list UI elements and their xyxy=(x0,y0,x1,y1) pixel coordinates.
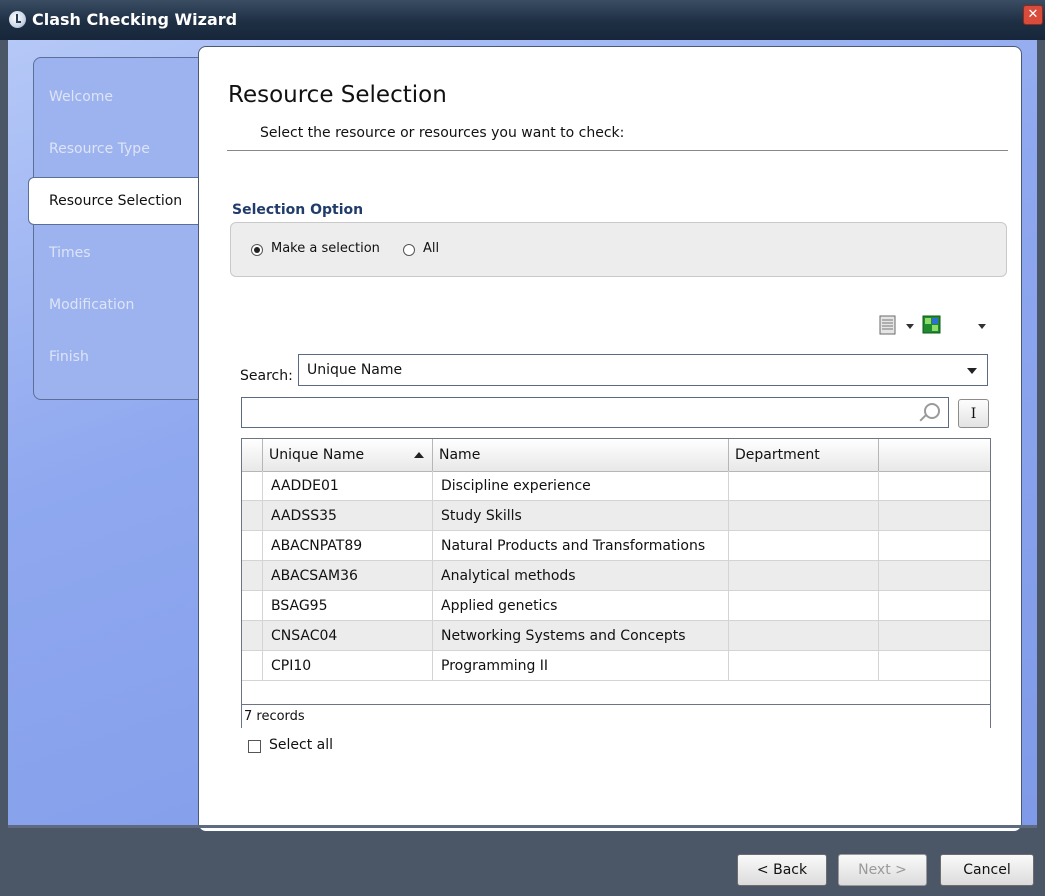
row-selector-cell xyxy=(242,471,263,500)
row-selector-cell xyxy=(242,531,263,560)
title-divider xyxy=(227,150,1008,151)
filler-cell xyxy=(879,591,990,620)
step-welcome[interactable]: Welcome xyxy=(49,89,209,105)
filler-cell xyxy=(879,501,990,530)
export-icon[interactable] xyxy=(922,315,942,335)
selection-option-heading: Selection Option xyxy=(232,202,364,218)
table-row[interactable]: AADDE01 Discipline experience xyxy=(242,471,990,501)
resource-table: Unique Name Name Department AADDE01 Disci… xyxy=(241,438,991,728)
search-icon[interactable] xyxy=(924,403,940,419)
table-row[interactable]: AADSS35 Study Skills xyxy=(242,501,990,531)
step-times[interactable]: Times xyxy=(49,245,209,261)
step-modification[interactable]: Modification xyxy=(49,297,209,313)
radio-all-label[interactable]: All xyxy=(423,241,439,256)
search-label: Search: xyxy=(240,368,293,384)
radio-make-selection[interactable] xyxy=(251,244,263,256)
cell-department xyxy=(729,471,879,500)
step-finish[interactable]: Finish xyxy=(49,349,209,365)
columns-icon[interactable] xyxy=(878,315,898,335)
wizard-window: Clash Checking Wizard ✕ Welcome Resource… xyxy=(0,0,1045,896)
cell-name: Programming II xyxy=(433,651,729,680)
select-all-label[interactable]: Select all xyxy=(269,737,333,753)
table-row[interactable]: CNSAC04 Networking Systems and Concepts xyxy=(242,621,990,651)
column-header-unique-name-label: Unique Name xyxy=(269,447,365,463)
cell-department xyxy=(729,501,879,530)
table-row[interactable]: ABACSAM36 Analytical methods xyxy=(242,561,990,591)
cell-department xyxy=(729,621,879,650)
cell-unique-name: BSAG95 xyxy=(263,591,433,620)
search-field-value: Unique Name xyxy=(307,362,403,378)
select-all-checkbox[interactable] xyxy=(248,740,261,753)
cell-department xyxy=(729,561,879,590)
selection-option-group: Make a selection All xyxy=(230,222,1007,277)
filler-cell xyxy=(879,471,990,500)
row-selector-header xyxy=(242,439,263,471)
search-field-select[interactable]: Unique Name xyxy=(298,354,988,386)
column-header-department[interactable]: Department xyxy=(729,439,879,471)
radio-all[interactable] xyxy=(403,244,415,256)
filler-cell xyxy=(879,621,990,650)
table-header: Unique Name Name Department xyxy=(242,439,990,472)
column-header-filler xyxy=(879,439,990,471)
export-dropdown-arrow-icon[interactable] xyxy=(978,324,986,329)
cell-name: Study Skills xyxy=(433,501,729,530)
table-row[interactable]: ABACNPAT89 Natural Products and Transform… xyxy=(242,531,990,561)
table-row[interactable]: BSAG95 Applied genetics xyxy=(242,591,990,621)
columns-dropdown-arrow-icon[interactable] xyxy=(906,324,914,329)
footer-divider xyxy=(8,825,1037,828)
next-button[interactable]: Next > xyxy=(838,854,927,886)
cell-unique-name: CPI10 xyxy=(263,651,433,680)
column-header-name[interactable]: Name xyxy=(433,439,729,471)
row-selector-cell xyxy=(242,651,263,680)
cell-unique-name: AADSS35 xyxy=(263,501,433,530)
search-options-button[interactable]: I xyxy=(958,399,989,428)
wizard-steps-sidebar: Welcome Resource Type Resource Selection… xyxy=(28,57,211,400)
page-subtitle: Select the resource or resources you wan… xyxy=(260,125,625,141)
sort-ascending-icon xyxy=(414,452,424,458)
cell-department xyxy=(729,531,879,560)
back-button[interactable]: < Back xyxy=(737,854,827,886)
cell-unique-name: ABACNPAT89 xyxy=(263,531,433,560)
cell-name: Discipline experience xyxy=(433,471,729,500)
app-clock-icon xyxy=(9,11,26,28)
cell-name: Natural Products and Transformations xyxy=(433,531,729,560)
cell-department xyxy=(729,651,879,680)
record-count: 7 records xyxy=(242,704,990,728)
wizard-content-panel: Resource Selection Select the resource o… xyxy=(198,46,1022,832)
cell-name: Analytical methods xyxy=(433,561,729,590)
table-row[interactable]: CPI10 Programming II xyxy=(242,651,990,681)
cancel-button[interactable]: Cancel xyxy=(940,854,1034,886)
step-resource-type[interactable]: Resource Type xyxy=(49,141,209,157)
column-header-unique-name[interactable]: Unique Name xyxy=(263,439,433,471)
cell-name: Networking Systems and Concepts xyxy=(433,621,729,650)
title-bar: Clash Checking Wizard ✕ xyxy=(0,0,1045,40)
row-selector-cell xyxy=(242,591,263,620)
chevron-down-icon xyxy=(967,368,977,374)
search-input[interactable] xyxy=(241,397,949,428)
page-title: Resource Selection xyxy=(228,82,447,108)
row-selector-cell xyxy=(242,621,263,650)
row-selector-cell xyxy=(242,561,263,590)
window-title: Clash Checking Wizard xyxy=(32,10,238,29)
filler-cell xyxy=(879,531,990,560)
radio-make-selection-label[interactable]: Make a selection xyxy=(271,241,380,256)
cell-unique-name: AADDE01 xyxy=(263,471,433,500)
filler-cell xyxy=(879,561,990,590)
cell-unique-name: ABACSAM36 xyxy=(263,561,433,590)
cell-department xyxy=(729,591,879,620)
cell-name: Applied genetics xyxy=(433,591,729,620)
close-button[interactable]: ✕ xyxy=(1023,5,1043,25)
step-resource-selection[interactable]: Resource Selection xyxy=(28,177,201,225)
filler-cell xyxy=(879,651,990,680)
row-selector-cell xyxy=(242,501,263,530)
cell-unique-name: CNSAC04 xyxy=(263,621,433,650)
